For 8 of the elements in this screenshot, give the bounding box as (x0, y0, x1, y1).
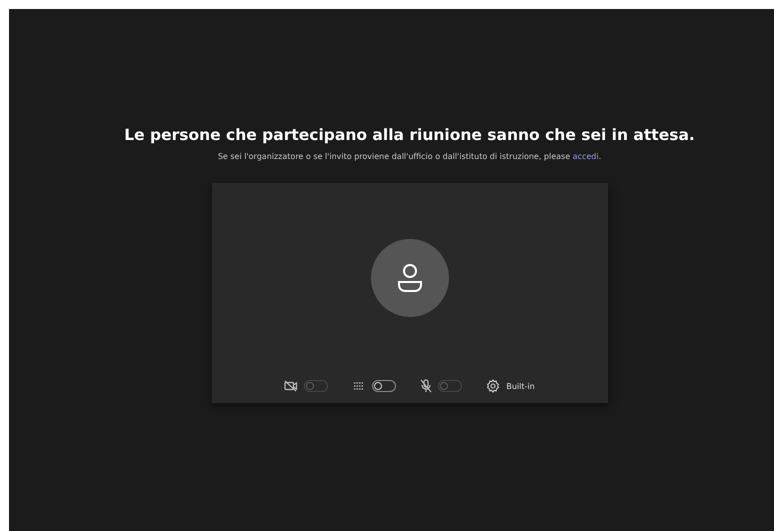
settings-icon[interactable] (486, 379, 500, 393)
mic-off-icon (420, 379, 432, 393)
toggle-switch[interactable] (372, 380, 396, 392)
sign-in-link[interactable]: accedi (572, 152, 599, 161)
camera-off-icon (284, 380, 298, 392)
heading: Le persone che partecipano alla riunione sanno che sei in attesa. (124, 126, 695, 144)
sign-in-prompt: Se sei l'organizzatore o se l'invito proviene dall'ufficio o dall'istituto di istruzione, please accedi. (218, 152, 602, 161)
device-label: Built-in (506, 382, 535, 390)
